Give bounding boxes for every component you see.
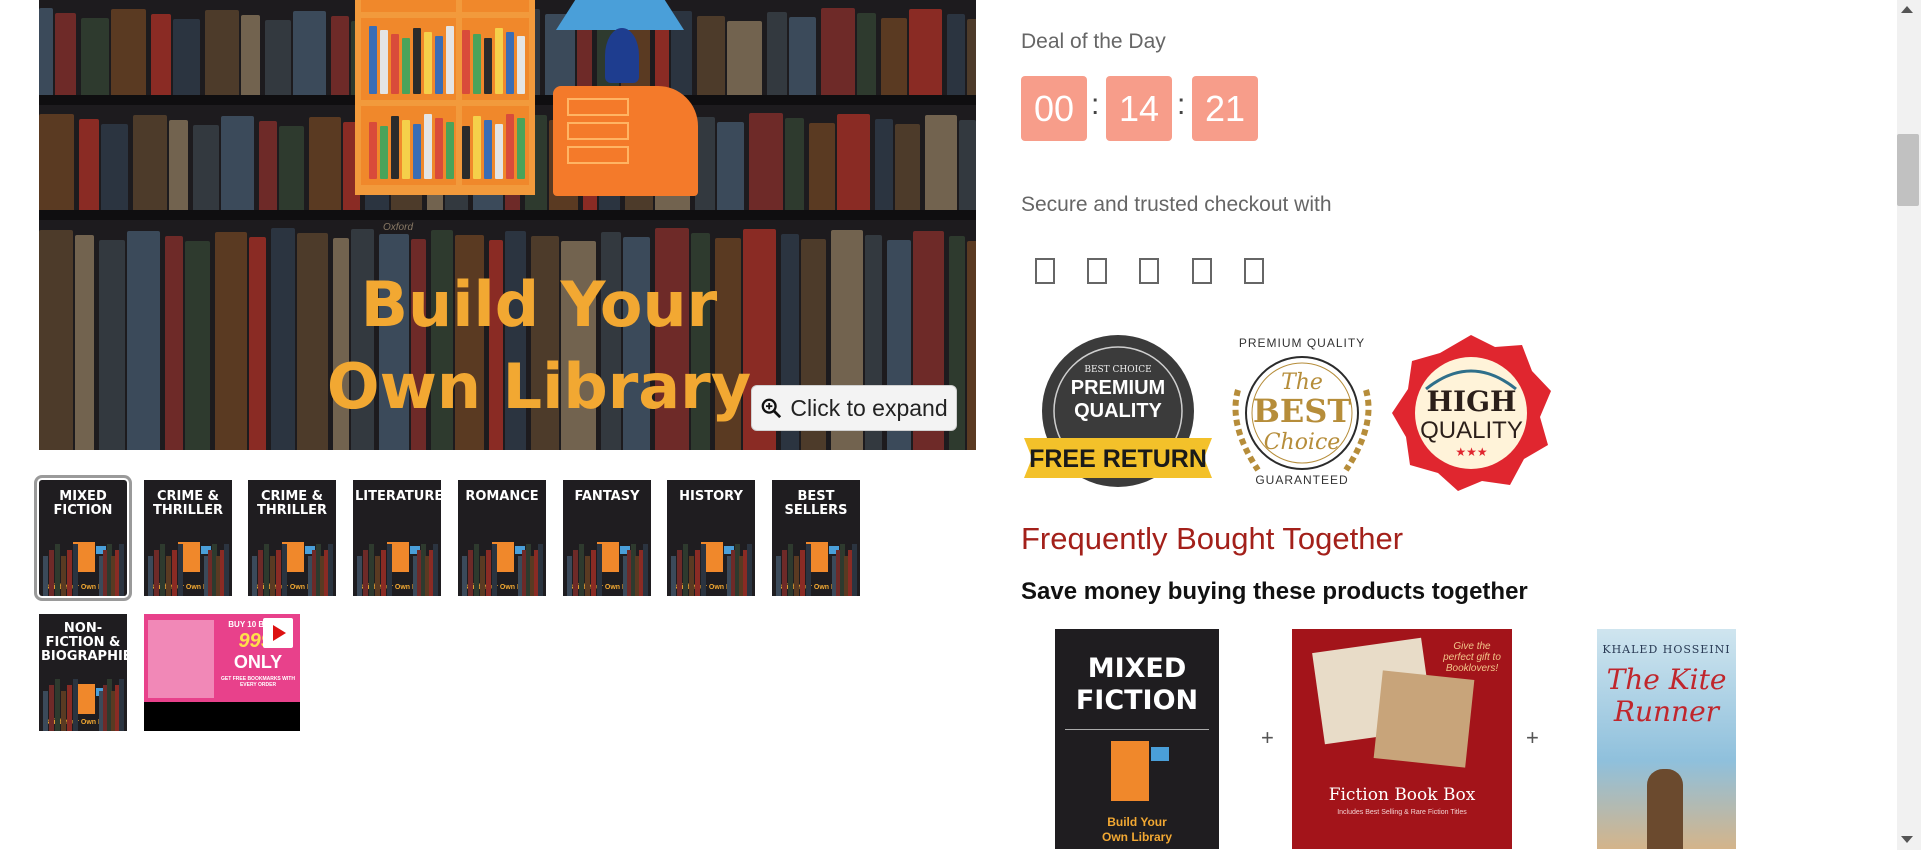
payment-icon (1035, 258, 1055, 284)
side-table-illustration (553, 86, 698, 196)
hero-title-line2: Own Library (326, 350, 752, 423)
timer-hours: 00 (1021, 76, 1087, 141)
scrollbar-thumb[interactable] (1897, 134, 1919, 206)
click-to-expand-button[interactable]: Click to expand (751, 385, 957, 431)
high-quality-badge: HIGH QUALITY ★★★ (1390, 333, 1553, 493)
payment-icon (1192, 258, 1212, 284)
product-mixed-fiction[interactable]: MIXED FICTION Build Your Own Library (1055, 629, 1219, 849)
payment-icon (1139, 258, 1159, 284)
bookcase-illustration (355, 0, 535, 195)
payment-icon (1087, 258, 1107, 284)
payment-icon (1244, 258, 1264, 284)
timer-colon: : (1177, 88, 1186, 121)
page-scrollbar[interactable] (1897, 0, 1921, 850)
timer-colon: : (1091, 88, 1100, 121)
product-the-kite-runner[interactable]: KHALED HOSSEINI The Kite Runner (1597, 629, 1736, 849)
thumbnail-romance[interactable]: ROMANCE Build Your Own Library (458, 480, 546, 596)
frequently-bought-together-title: Frequently Bought Together (1021, 521, 1404, 556)
scroll-down-arrow[interactable] (1901, 836, 1913, 843)
thumbnail-crime-thriller[interactable]: CRIME & THRILLER Build Your Own Library (144, 480, 232, 596)
timer-seconds: 21 (1192, 76, 1258, 141)
main-product-image[interactable]: Oxford Build Your Own Library (39, 0, 976, 450)
frequently-bought-together-subtitle: Save money buying these products togethe… (1021, 578, 1528, 605)
plus-sign: + (1261, 725, 1274, 750)
expand-label: Click to expand (790, 394, 948, 421)
thumbnail-literature[interactable]: LITERATURE Build Your Own Library (353, 480, 441, 596)
thumbnail-non-fiction-biographies[interactable]: NON-FICTION & BIOGRAPHIES Build Your Own… (39, 614, 127, 731)
video-thumbnail[interactable]: BUY 10 BOOKS 999/ ONLY GET FREE BOOKMARK… (144, 614, 300, 731)
secure-checkout-label: Secure and trusted checkout with (1021, 193, 1332, 216)
thumbnail-mixed-fiction[interactable]: MIXED FICTION Build Your Own Library (34, 475, 132, 601)
thumbnail-history[interactable]: HISTORY Build Your Own Library (667, 480, 755, 596)
play-icon[interactable] (263, 618, 293, 648)
thumbnail-crime-thriller-2[interactable]: CRIME & THRILLER Build Your Own Library (248, 480, 336, 596)
hero-small-text: Oxford (383, 222, 414, 233)
thumbnail-best-sellers[interactable]: BEST SELLERS Build Your Own Library (772, 480, 860, 596)
scroll-up-arrow[interactable] (1901, 6, 1913, 13)
deal-of-the-day-label: Deal of the Day (1021, 30, 1166, 53)
timer-minutes: 14 (1106, 76, 1172, 141)
best-choice-guaranteed-badge: PREMIUM QUALITY The BEST Choice GUARANTE… (1218, 330, 1386, 496)
plus-sign: + (1526, 725, 1539, 750)
hero-title-line1: Build Your (360, 268, 718, 341)
thumbnail-fantasy[interactable]: FANTASY Build Your Own Library (563, 480, 651, 596)
lamp-illustration (556, 0, 684, 30)
premium-quality-free-return-badge: BEST CHOICE PREMIUM QUALITY FREE RETURN (1024, 333, 1212, 493)
product-fiction-book-box[interactable]: Give the perfect gift to Booklovers! Fic… (1292, 629, 1512, 849)
zoom-icon (761, 398, 782, 419)
